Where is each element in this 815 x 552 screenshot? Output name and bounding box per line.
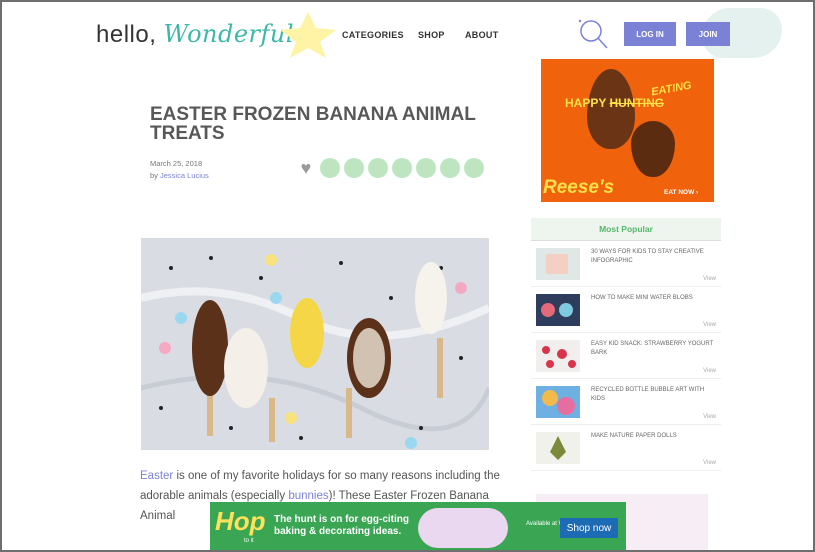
popular-thumb <box>536 248 580 280</box>
popular-item[interactable]: 30 WAYS FOR KIDS TO STAY CREATIVE INFOGR… <box>531 242 721 287</box>
popular-title: EASY KID SNACK: STRAWBERRY YOGURT BARK <box>591 341 714 356</box>
nav-categories[interactable]: CATEGORIES <box>342 30 404 40</box>
popular-title: MAKE NATURE PAPER DOLLS <box>591 433 677 439</box>
popular-item[interactable]: EASY KID SNACK: STRAWBERRY YOGURT BARK V… <box>531 334 721 379</box>
decorated-eggs-image <box>418 508 508 548</box>
view-link[interactable]: View <box>703 276 716 282</box>
most-popular-header: Most Popular <box>531 218 721 241</box>
shop-now-button[interactable]: Shop now <box>560 518 618 538</box>
share-facebook-icon[interactable] <box>320 158 340 178</box>
nav-shop[interactable]: SHOP <box>418 30 445 40</box>
share-more-icon[interactable] <box>464 158 484 178</box>
article-date: March 25, 2018 <box>150 159 203 168</box>
login-button[interactable]: LOG IN <box>624 22 676 46</box>
popular-thumb <box>536 294 580 326</box>
popular-item[interactable]: MAKE NATURE PAPER DOLLS View <box>531 426 721 471</box>
share-twitter-icon[interactable] <box>344 158 364 178</box>
article-meta: March 25, 2018 by Jessica Lucius <box>150 158 209 182</box>
article-title: EASTER FROZEN BANANA ANIMAL TREATS <box>150 104 476 144</box>
logo-prefix: hello, <box>96 21 157 48</box>
join-button[interactable]: JOIN <box>686 22 730 46</box>
view-link[interactable]: View <box>703 322 716 328</box>
cracked-egg-image <box>631 121 675 177</box>
popular-title: HOW TO MAKE MINI WATER BLOBS <box>591 295 693 301</box>
popular-thumb <box>536 432 580 464</box>
byline-prefix: by <box>150 171 158 180</box>
ad-cta[interactable]: EAT NOW › <box>664 189 698 196</box>
share-print-icon[interactable] <box>440 158 460 178</box>
author-link[interactable]: Jessica Lucius <box>160 171 209 180</box>
heart-icon[interactable]: ♥ <box>296 158 316 178</box>
popular-item[interactable]: RECYCLED BOTTLE BUBBLE ART WITH KIDS Vie… <box>531 380 721 425</box>
bunnies-link[interactable]: bunnies <box>288 490 328 502</box>
ad-hunting: HUNTING <box>609 96 665 110</box>
view-link[interactable]: View <box>703 414 716 420</box>
banner-hop-logo: Hop <box>215 506 266 536</box>
article-byline: by Jessica Lucius <box>150 170 209 182</box>
ad-happy: HAPPY <box>565 96 610 110</box>
nav-about[interactable]: ABOUT <box>465 30 499 40</box>
reeses-ad[interactable]: HAPPY HUNTING EATING Reese's EAT NOW › <box>541 59 714 202</box>
ad-eating: EATING <box>650 79 693 99</box>
view-link[interactable]: View <box>703 368 716 374</box>
ad-headline: HAPPY HUNTING <box>565 96 664 110</box>
page-frame: hello, Wonderful CATEGORIES SHOP ABOUT L… <box>0 0 815 552</box>
walmart-banner-ad[interactable]: Hop to it The hunt is on for egg-citing … <box>210 502 626 550</box>
popular-thumb <box>536 386 580 418</box>
search-icon[interactable] <box>577 18 609 50</box>
site-logo[interactable]: hello, Wonderful <box>96 20 294 49</box>
banner-text: The hunt is on for egg-citing baking & d… <box>274 514 409 537</box>
hero-image <box>141 238 489 450</box>
view-link[interactable]: View <box>703 460 716 466</box>
share-pinterest-icon[interactable] <box>368 158 388 178</box>
popular-title: RECYCLED BOTTLE BUBBLE ART WITH KIDS <box>591 387 705 402</box>
share-email-icon[interactable] <box>416 158 436 178</box>
share-bar: ♥ <box>296 158 484 178</box>
ad-brand-logo: Reese's <box>543 177 615 198</box>
star-decoration-icon <box>280 12 336 58</box>
easter-link[interactable]: Easter <box>140 470 173 482</box>
popular-item[interactable]: HOW TO MAKE MINI WATER BLOBS View <box>531 288 721 333</box>
share-tumblr-icon[interactable] <box>392 158 412 178</box>
popular-thumb <box>536 340 580 372</box>
popular-title: 30 WAYS FOR KIDS TO STAY CREATIVE INFOGR… <box>591 249 704 264</box>
banner-hop-tag: to it <box>244 538 254 544</box>
